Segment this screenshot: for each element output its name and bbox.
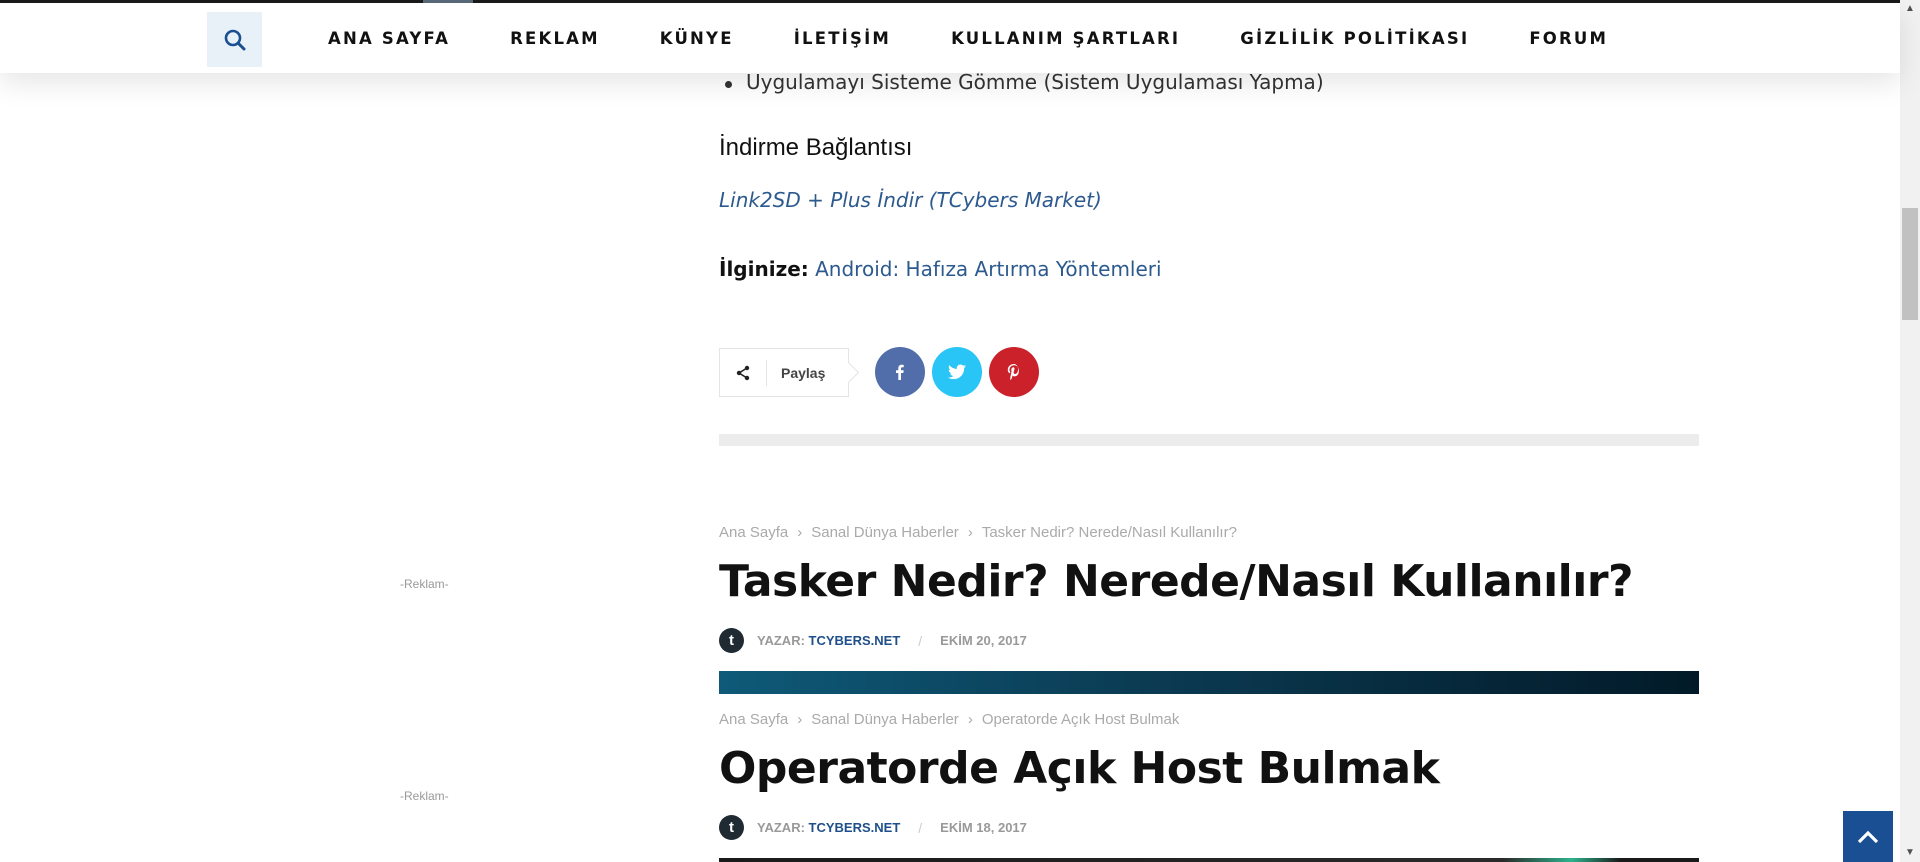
scroll-to-top-button[interactable] — [1843, 811, 1893, 862]
post-date: EKİM 20, 2017 — [940, 633, 1027, 648]
pinterest-share-button[interactable] — [989, 347, 1039, 397]
share-icon — [720, 359, 767, 386]
list-item: Uygulamayı Sisteme Gömme (Sistem Uygulam… — [719, 70, 1324, 94]
facebook-share-button[interactable] — [875, 347, 925, 397]
ad-label: -Reklam- — [400, 789, 449, 803]
chevron-right-icon: › — [967, 711, 973, 728]
nav-item-kunye[interactable]: KÜNYE — [660, 29, 734, 48]
nav-item-kullanim-sartlari[interactable]: KULLANIM ŞARTLARI — [951, 29, 1180, 48]
breadcrumb: Ana Sayfa › Sanal Dünya Haberler › Operatord… — [719, 711, 1179, 728]
nav-item-iletisim[interactable]: İLETİŞİM — [794, 29, 891, 48]
chevron-right-icon: › — [967, 524, 973, 541]
twitter-icon — [948, 364, 966, 380]
download-link[interactable]: Link2SD + Plus İndir (TCybers Market) — [719, 188, 1102, 212]
author-link[interactable]: TCYBERS.NET — [809, 633, 901, 648]
post-date: EKİM 18, 2017 — [940, 820, 1027, 835]
breadcrumb: Ana Sayfa › Sanal Dünya Haberler › Tasker Ne… — [719, 524, 1237, 541]
nav-menu: ANA SAYFA REKLAM KÜNYE İLETİŞİM KULLANIM… — [328, 3, 1668, 73]
nav-item-reklam[interactable]: REKLAM — [510, 29, 600, 48]
related-link[interactable]: Android: Hafıza Artırma Yöntemleri — [815, 257, 1161, 281]
breadcrumb-home[interactable]: Ana Sayfa — [719, 524, 788, 541]
scroll-up-arrow-icon[interactable]: ▲ — [1903, 2, 1917, 16]
share-box[interactable]: Paylaş — [719, 348, 849, 397]
author-prefix: YAZAR: — [757, 633, 805, 648]
pinterest-icon — [1007, 364, 1019, 380]
author-avatar[interactable]: t — [719, 815, 744, 840]
nav-item-ana-sayfa[interactable]: ANA SAYFA — [328, 29, 450, 48]
post-featured-image[interactable] — [719, 671, 1699, 694]
search-button[interactable] — [207, 12, 262, 67]
page-scrollbar[interactable] — [1900, 0, 1920, 862]
author-byline: YAZAR: TCYBERS.NET — [757, 820, 900, 835]
twitter-share-button[interactable] — [932, 347, 982, 397]
chevron-right-icon: › — [797, 711, 803, 728]
list-item-text: Uygulamayı Sisteme Gömme (Sistem Uygulam… — [746, 70, 1324, 94]
scroll-down-arrow-icon[interactable]: ▼ — [1903, 846, 1917, 860]
breadcrumb-home[interactable]: Ana Sayfa — [719, 711, 788, 728]
scrollbar-thumb[interactable] — [1902, 208, 1918, 320]
main-navbar: ANA SAYFA REKLAM KÜNYE İLETİŞİM KULLANIM… — [0, 3, 1900, 73]
post-meta: t YAZAR: TCYBERS.NET / EKİM 20, 2017 — [719, 628, 1027, 653]
breadcrumb-current[interactable]: Operatorde Açık Host Bulmak — [982, 711, 1180, 728]
nav-item-gizlilik-politikasi[interactable]: GİZLİLİK POLİTİKASI — [1240, 29, 1469, 48]
author-prefix: YAZAR: — [757, 820, 805, 835]
nav-item-forum[interactable]: FORUM — [1529, 29, 1608, 48]
ad-label: -Reklam- — [400, 577, 449, 591]
breadcrumb-category[interactable]: Sanal Dünya Haberler — [811, 711, 959, 728]
share-label: Paylaş — [781, 364, 826, 381]
chevron-up-icon — [1857, 830, 1879, 843]
facebook-icon — [896, 364, 904, 380]
post-title[interactable]: Operatorde Açık Host Bulmak — [719, 743, 1440, 794]
meta-separator: / — [918, 632, 923, 649]
post-meta: t YAZAR: TCYBERS.NET / EKİM 18, 2017 — [719, 815, 1027, 840]
related-article: İlginize: Android: Hafıza Artırma Yöntem… — [719, 257, 1162, 281]
section-divider — [719, 434, 1699, 446]
breadcrumb-current[interactable]: Tasker Nedir? Nerede/Nasıl Kullanılır? — [982, 524, 1237, 541]
post-title[interactable]: Tasker Nedir? Nerede/Nasıl Kullanılır? — [719, 556, 1634, 607]
meta-separator: / — [918, 819, 923, 836]
related-label: İlginize: — [719, 257, 809, 281]
download-heading: İndirme Bağlantısı — [719, 134, 913, 161]
post-featured-image[interactable] — [719, 858, 1699, 862]
chevron-right-icon: › — [797, 524, 803, 541]
author-avatar[interactable]: t — [719, 628, 744, 653]
author-link[interactable]: TCYBERS.NET — [809, 820, 901, 835]
breadcrumb-category[interactable]: Sanal Dünya Haberler — [811, 524, 959, 541]
search-icon — [224, 29, 245, 50]
author-byline: YAZAR: TCYBERS.NET — [757, 633, 900, 648]
